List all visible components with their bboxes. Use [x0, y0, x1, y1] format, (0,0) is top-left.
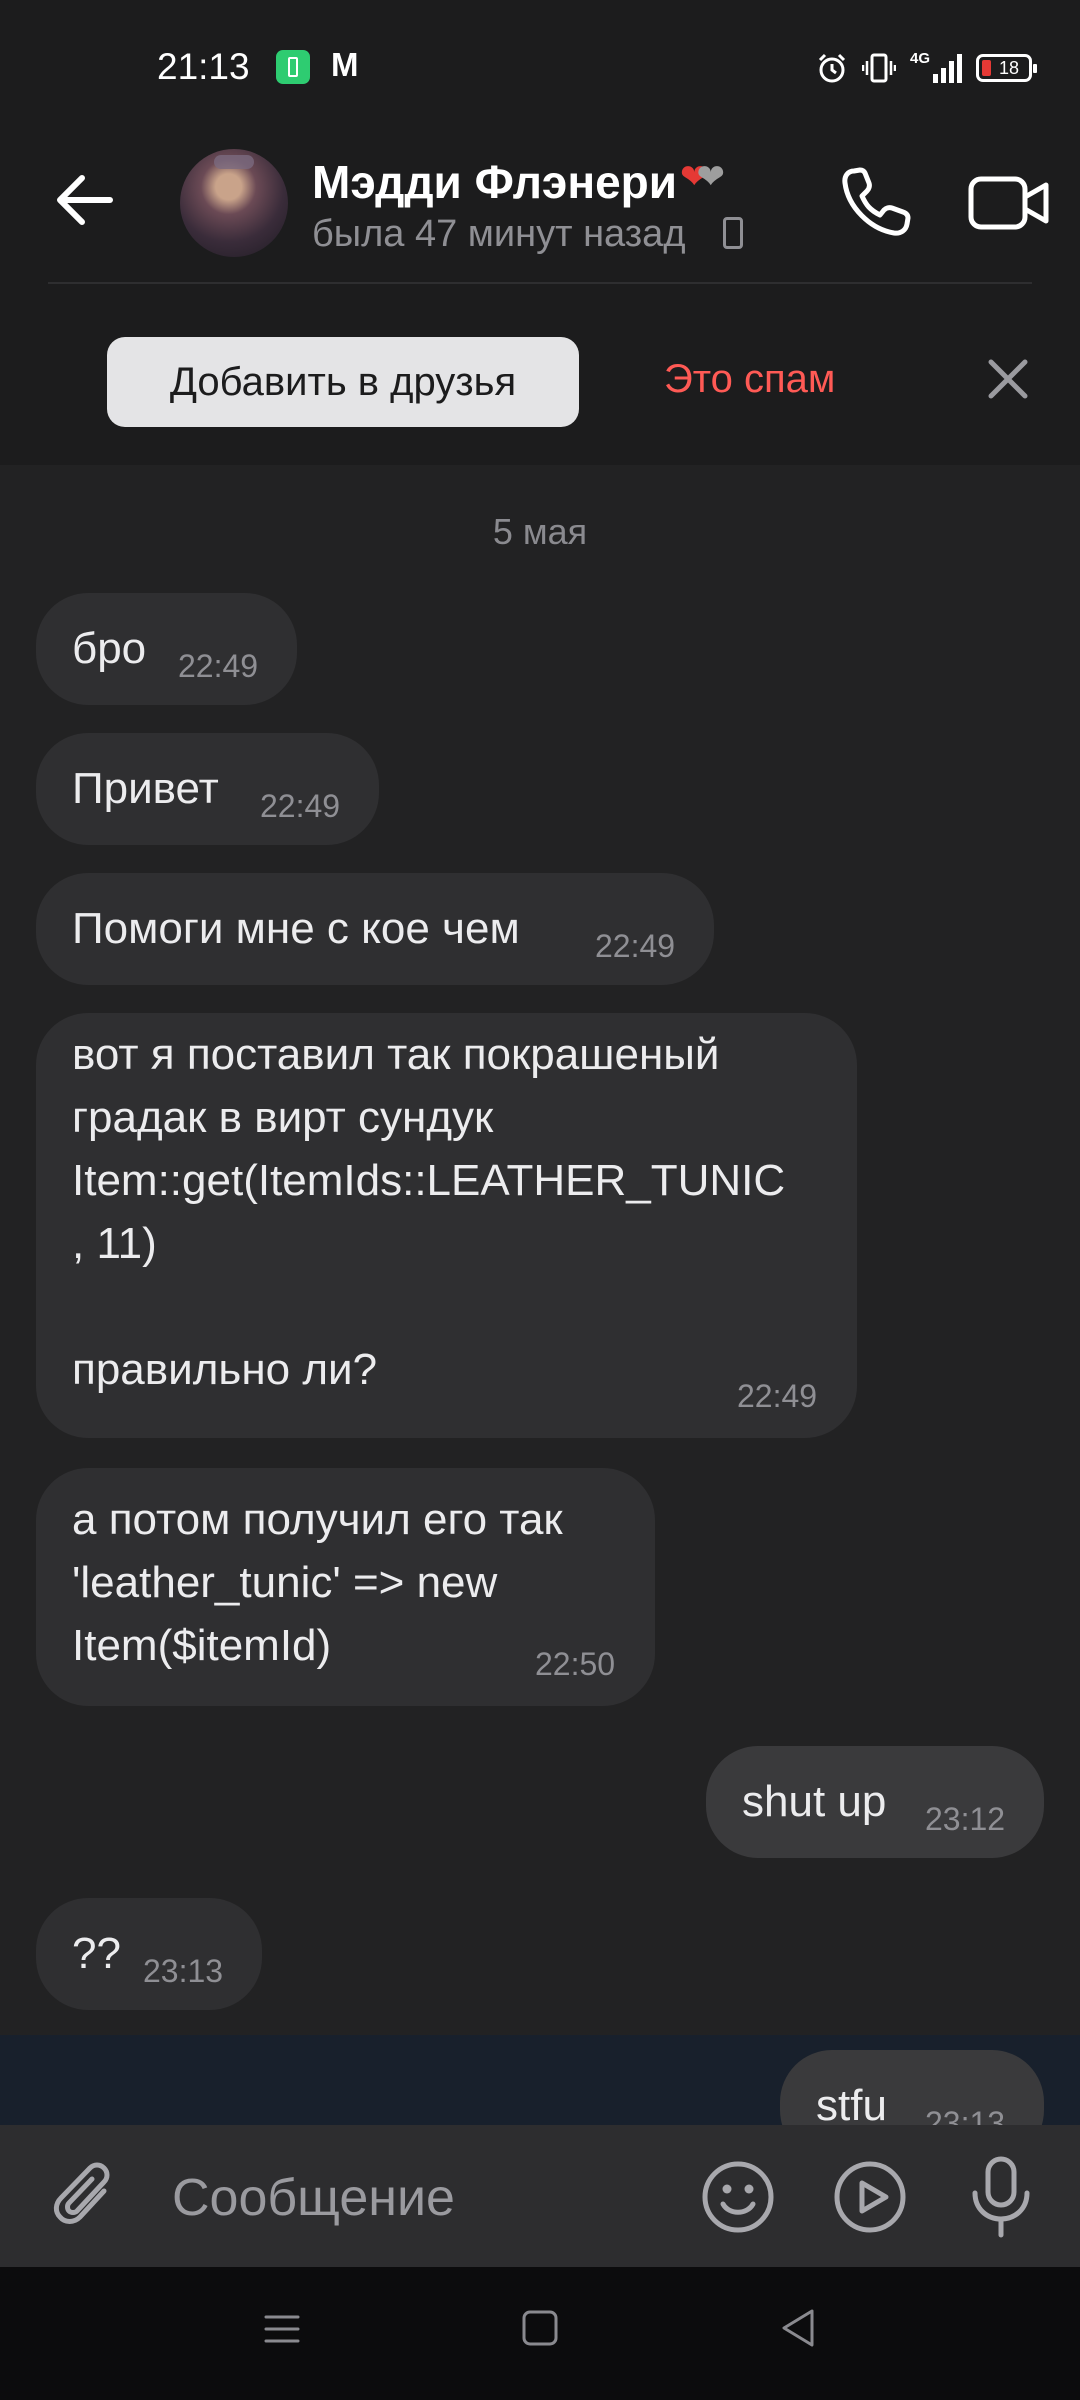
heart-icon: ❤	[696, 158, 726, 196]
video-message-icon[interactable]	[832, 2159, 908, 2235]
message-text: Помоги мне с кое чем	[72, 904, 520, 953]
add-friend-button[interactable]: Добавить в друзья	[107, 337, 579, 427]
message-time: 22:49	[595, 928, 676, 964]
message-input[interactable]	[170, 2159, 674, 2237]
message-time: 23:12	[925, 1801, 1006, 1837]
status-bar: 21:13 M 4G 18	[0, 0, 1080, 135]
message-time: 22:49	[178, 648, 259, 684]
nav-back-icon[interactable]	[778, 2307, 818, 2349]
message-time: 22:49	[260, 788, 341, 824]
message-time: 23:13	[925, 2105, 1006, 2125]
contact-name[interactable]: Мэдди Флэнери	[312, 155, 677, 209]
status-icons: 4G 18	[816, 48, 1037, 88]
message-text: вот я поставил так покрашеный градак в в…	[72, 1030, 786, 1394]
message-bubble-outgoing[interactable]: shut up 23:12	[706, 1746, 1044, 1858]
last-seen-status: была 47 минут назад	[312, 213, 686, 255]
phone-call-icon[interactable]	[836, 163, 916, 243]
signal-icon	[933, 54, 962, 83]
system-nav-bar	[0, 2267, 1080, 2400]
message-bubble[interactable]: вот я поставил так покрашеный градак в в…	[36, 1013, 857, 1438]
message-time: 23:13	[143, 1953, 224, 1989]
message-bubble[interactable]: ?? 23:13	[36, 1898, 262, 2010]
battery-icon: 18	[976, 54, 1037, 82]
status-time: 21:13	[157, 46, 250, 87]
chat-messages[interactable]: 5 мая бро 22:49 Привет 22:49 Помоги мне …	[0, 465, 1080, 2125]
message-bubble[interactable]: Привет 22:49	[36, 733, 379, 845]
back-arrow-icon[interactable]	[50, 165, 120, 235]
video-call-icon[interactable]	[968, 171, 1050, 235]
date-separator: 5 мая	[492, 511, 588, 552]
vibrate-icon	[861, 53, 896, 83]
recent-apps-icon[interactable]	[262, 2309, 302, 2349]
battery-app-icon	[276, 50, 310, 84]
message-bubble[interactable]: бро 22:49	[36, 593, 297, 705]
alarm-icon	[818, 53, 846, 83]
avatar[interactable]	[180, 149, 288, 257]
spam-button[interactable]: Это спам	[664, 357, 835, 402]
hearts-badge: ❤❤	[680, 157, 725, 197]
message-bubble-outgoing[interactable]: stfu 23:13	[780, 2050, 1044, 2125]
chat-header: Мэдди Флэнери ❤❤ была 47 минут назад	[0, 135, 1080, 285]
friend-request-bar: Добавить в друзья Это спам	[0, 300, 1080, 465]
message-composer	[0, 2125, 1080, 2267]
message-time: 22:50	[535, 1646, 616, 1682]
mobile-device-icon	[723, 217, 743, 249]
emoji-icon[interactable]	[700, 2159, 776, 2235]
message-bubble[interactable]: Помоги мне с кое чем 22:49	[36, 873, 714, 985]
microphone-icon[interactable]	[966, 2155, 1036, 2239]
paperclip-icon[interactable]	[52, 2161, 122, 2235]
home-icon[interactable]	[521, 2309, 559, 2347]
message-time: 22:49	[737, 1378, 818, 1414]
header-divider	[48, 282, 1032, 284]
mail-icon: M	[331, 46, 359, 83]
close-icon[interactable]	[985, 356, 1031, 402]
network-type: 4G	[909, 49, 930, 67]
battery-level: 18	[998, 57, 1020, 78]
message-bubble[interactable]: а потом получил его так 'leather_tunic' …	[36, 1468, 655, 1706]
